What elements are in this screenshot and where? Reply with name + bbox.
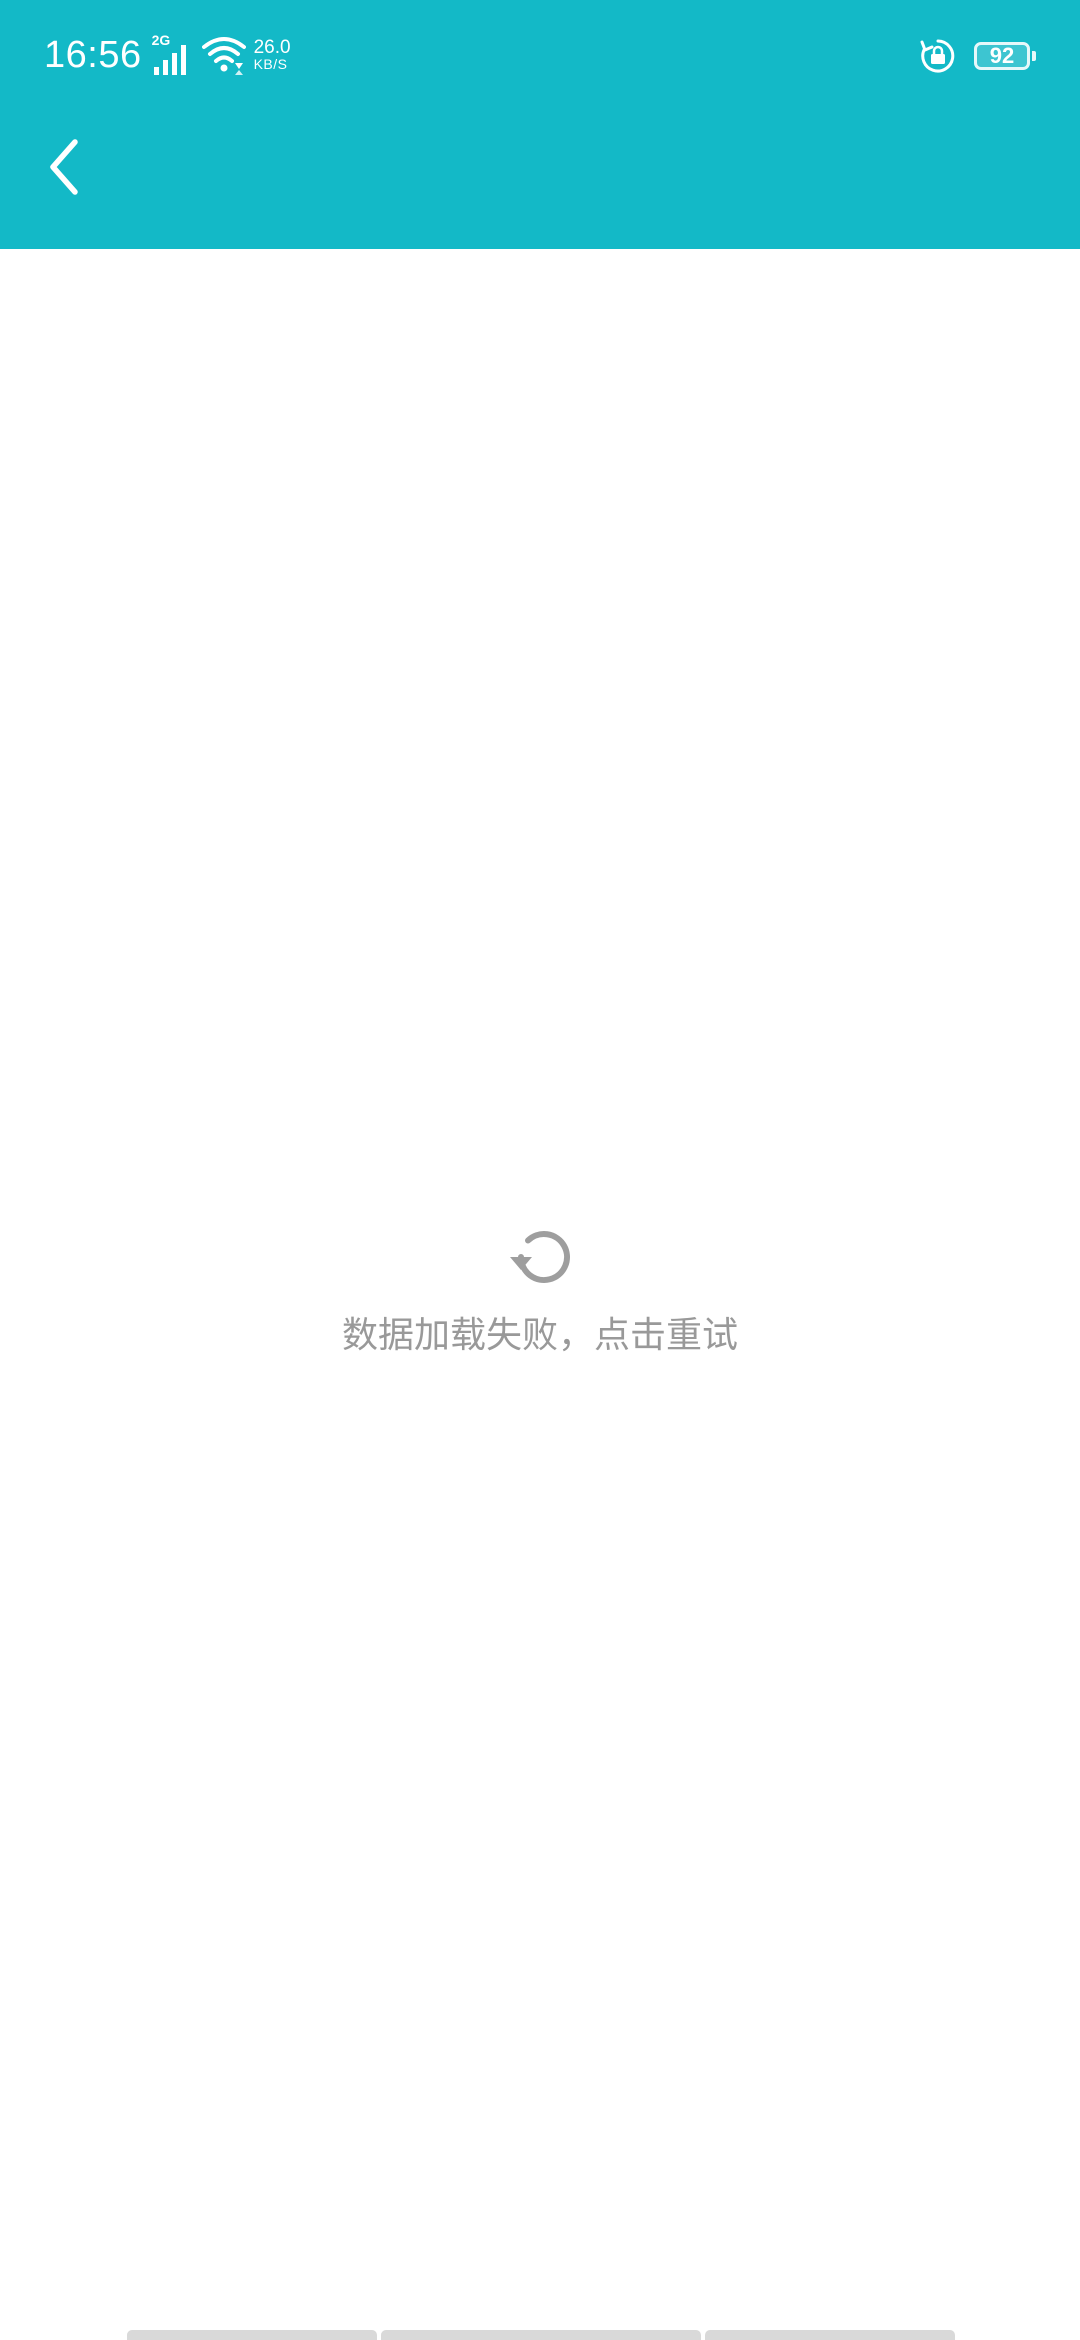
status-right: 92 — [920, 36, 1036, 76]
bottom-nav-hint — [127, 2330, 955, 2340]
bottom-segment-center — [381, 2330, 701, 2340]
battery-icon: 92 — [974, 42, 1030, 70]
refresh-icon — [510, 1231, 570, 1284]
battery-level: 92 — [989, 43, 1015, 68]
wifi-icon — [201, 37, 246, 75]
signal-indicator: 2G — [152, 33, 192, 77]
top-bar: 16:56 2G 26.0 KB/S 92 — [0, 0, 1080, 249]
chevron-left-icon — [50, 139, 78, 195]
bottom-segment-right — [705, 2330, 955, 2340]
bottom-segment-left — [127, 2330, 377, 2340]
error-message: 数据加载失败，点击重试 — [341, 1315, 738, 1356]
error-retry-area[interactable]: 数据加载失败，点击重试 — [0, 1224, 1080, 1360]
network-speed: 26.0 KB/S — [254, 38, 291, 72]
battery-tip — [1032, 51, 1036, 61]
status-bar: 16:56 2G 26.0 KB/S 92 — [0, 0, 1080, 110]
signal-icon — [153, 45, 186, 75]
app-bar — [0, 110, 1080, 249]
status-time: 16:56 — [44, 34, 142, 76]
rotation-lock-icon — [920, 39, 955, 73]
content-area: 数据加载失败，点击重试 — [0, 249, 1080, 2340]
wifi-indicator — [201, 35, 246, 75]
screen: 16:56 2G 26.0 KB/S 92 数据加载失败，点击重试 — [0, 0, 1080, 2340]
network-speed-value: 26.0 — [253, 37, 291, 58]
network-speed-unit: KB/S — [253, 56, 288, 72]
status-left: 16:56 2G 26.0 KB/S — [44, 30, 291, 80]
back-button[interactable] — [30, 132, 100, 202]
